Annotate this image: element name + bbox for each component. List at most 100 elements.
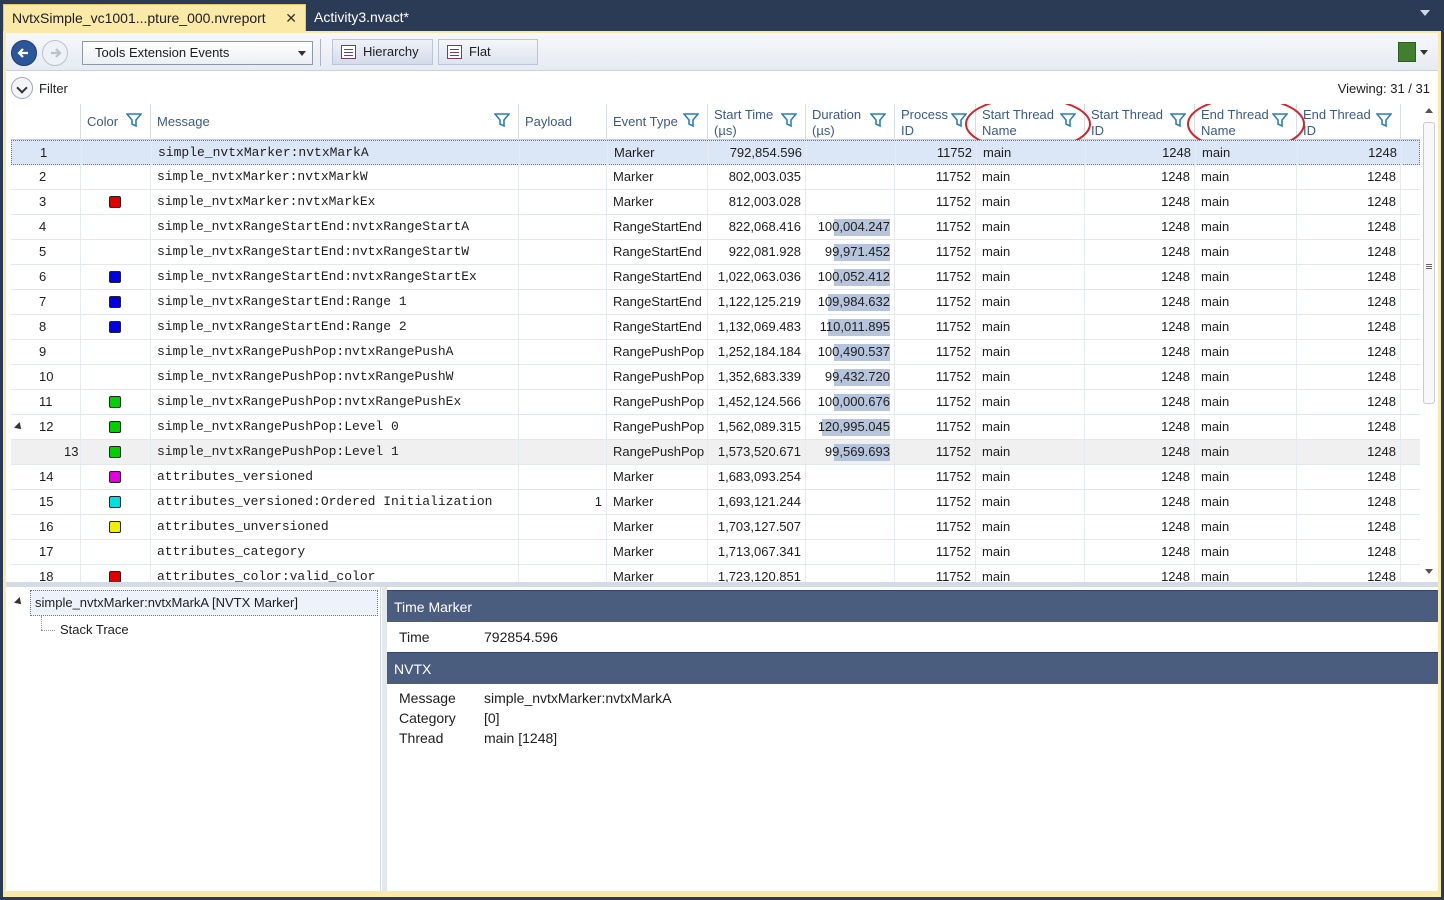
filter-funnel-icon[interactable] (1376, 112, 1392, 128)
filter-funnel-icon[interactable] (781, 112, 797, 128)
cell-payload (519, 365, 607, 389)
cell-message: simple_nvtxRangeStartEnd:nvtxRangeStartE… (151, 265, 519, 289)
column-header-event-type[interactable]: Event Type (607, 104, 708, 140)
cell-message: simple_nvtxRangeStartEnd:Range 2 (151, 315, 519, 339)
column-header-start-time[interactable]: Start Time (µs) (708, 104, 806, 140)
filter-funnel-icon[interactable] (1272, 112, 1288, 128)
table-row[interactable]: 18 attributes_color:valid_color Marker 1,72… (11, 565, 1420, 582)
back-button[interactable] (11, 40, 37, 66)
table-row[interactable]: 2 simple_nvtxMarker:nvtxMarkW Marker 802,00… (11, 165, 1420, 190)
table-row[interactable]: 5 simple_nvtxRangeStartEnd:nvtxRangeStart… (11, 240, 1420, 265)
filter-funnel-icon[interactable] (1060, 112, 1076, 128)
column-header-index[interactable] (11, 104, 81, 140)
filter-funnel-icon[interactable] (126, 112, 142, 128)
filter-funnel-icon[interactable] (683, 112, 699, 128)
scroll-up-icon[interactable] (1425, 108, 1433, 113)
table-row[interactable]: 6 simple_nvtxRangeStartEnd:nvtxRangeStart… (11, 265, 1420, 290)
cell-payload (519, 515, 607, 539)
table-row[interactable]: 10 simple_nvtxRangePushPop:nvtxRangePushW… (11, 365, 1420, 390)
detail-key: Time (399, 629, 430, 645)
cell-payload (519, 440, 607, 464)
report-content: Tools Extension Events Hierarchy Flat Fi… (6, 33, 1438, 891)
cell-num: 6 (11, 265, 81, 289)
cell-payload (519, 540, 607, 564)
cell-type: RangePushPop (607, 365, 708, 389)
tree-node-stack-trace[interactable]: Stack Trace (60, 622, 129, 637)
table-row[interactable]: 11 simple_nvtxRangePushPop:nvtxRangePushE… (11, 390, 1420, 415)
tab-activity[interactable]: Activity3.nvact* (306, 4, 417, 31)
tree-expander-icon[interactable] (14, 597, 24, 607)
column-header-message[interactable]: Message (151, 104, 519, 140)
hierarchy-view-button[interactable]: Hierarchy (332, 39, 433, 65)
table-row[interactable]: 3 simple_nvtxMarker:nvtxMarkEx Marker 812,0… (11, 190, 1420, 215)
column-header-color[interactable]: Color (81, 104, 151, 140)
expander-icon[interactable] (14, 422, 24, 432)
table-row[interactable]: 7 simple_nvtxRangeStartEnd:Range 1 RangeSt… (11, 290, 1420, 315)
cell-et-name: main (1195, 440, 1297, 464)
cell-message: attributes_category (151, 540, 519, 564)
column-header-start-thread-name[interactable]: Start Thread Name (976, 104, 1085, 140)
cell-num: 10 (11, 365, 81, 389)
filter-funnel-icon[interactable] (1170, 112, 1186, 128)
event-type-combo[interactable]: Tools Extension Events (82, 41, 313, 65)
table-scrollbar[interactable] (1421, 104, 1438, 582)
close-icon[interactable]: ✕ (285, 5, 297, 31)
export-icon[interactable] (1398, 42, 1416, 62)
cell-start: 1,352,683.339 (708, 365, 806, 389)
table-row[interactable]: 12 simple_nvtxRangePushPop:Level 0 RangePu… (11, 415, 1420, 440)
filter-funnel-icon[interactable] (494, 112, 510, 128)
scroll-down-icon[interactable] (1425, 569, 1433, 574)
column-header-end-thread-id[interactable]: End Thread ID (1297, 104, 1401, 140)
cell-payload (519, 190, 607, 214)
table-row[interactable]: 15 attributes_versioned:Ordered Initializ… (11, 490, 1420, 515)
cell-et-name: main (1195, 190, 1297, 214)
table-row[interactable]: 13 simple_nvtxRangePushPop:Level 1 RangePu… (11, 440, 1420, 465)
column-header-process-id[interactable]: Process ID (895, 104, 976, 140)
cell-start: 1,562,089.315 (708, 415, 806, 439)
table-row[interactable]: 9 simple_nvtxRangePushPop:nvtxRangePushA R… (11, 340, 1420, 365)
table-row[interactable]: 8 simple_nvtxRangeStartEnd:Range 2 RangeSt… (11, 315, 1420, 340)
cell-pid: 11752 (895, 240, 976, 264)
cell-payload (519, 240, 607, 264)
cell-color (81, 465, 151, 489)
cell-et-name: main (1195, 240, 1297, 264)
column-header-end-thread-name[interactable]: End Thread Name (1195, 104, 1297, 140)
cell-num: 11 (11, 390, 81, 414)
flat-view-button[interactable]: Flat (438, 39, 538, 65)
filter-funnel-icon[interactable] (951, 112, 967, 128)
cell-pid: 11752 (896, 141, 977, 165)
filter-funnel-icon[interactable] (870, 112, 886, 128)
cell-duration: 99,971.452 (806, 240, 895, 264)
cell-et-id: 1248 (1297, 315, 1401, 339)
tab-nvreport[interactable]: NvtxSimple_vc1001...pture_000.nvreport ✕ (3, 4, 306, 31)
table-row[interactable]: 16 attributes_unversioned Marker 1,703,127.… (11, 515, 1420, 540)
tree-node-root[interactable]: simple_nvtxMarker:nvtxMarkA [NVTX Marker… (30, 590, 378, 616)
table-row[interactable]: 14 attributes_versioned Marker 1,683,093.25… (11, 465, 1420, 490)
column-header-payload[interactable]: Payload (519, 104, 607, 140)
duration-value: 99,569.693 (824, 444, 890, 459)
column-header-start-thread-id[interactable]: Start Thread ID (1085, 104, 1195, 140)
cell-start: 1,452,124.566 (708, 390, 806, 414)
table-row[interactable]: 17 attributes_category Marker 1,713,067.341… (11, 540, 1420, 565)
filter-expand-button[interactable] (11, 77, 33, 99)
column-header-color-label: Color (87, 114, 119, 129)
cell-num: 8 (11, 315, 81, 339)
cell-start: 922,081.928 (708, 240, 806, 264)
cell-color (81, 365, 151, 389)
duration-value: 100,052.412 (817, 269, 890, 284)
forward-button[interactable] (42, 40, 68, 66)
detail-value: simple_nvtxMarker:nvtxMarkA (484, 690, 672, 706)
column-header-duration[interactable]: Duration (µs) (806, 104, 895, 140)
cell-payload (519, 465, 607, 489)
color-swatch (109, 271, 121, 283)
duration-value: 100,000.676 (817, 394, 890, 409)
chevron-down-icon[interactable] (1420, 10, 1430, 16)
table-row[interactable]: 1 simple_nvtxMarker:nvtxMarkA Marker 792,85… (11, 140, 1420, 165)
cell-et-name: main (1195, 390, 1297, 414)
color-swatch (109, 196, 121, 208)
cell-et-id: 1248 (1298, 141, 1402, 165)
scrollbar-thumb[interactable] (1423, 122, 1435, 404)
chevron-down-icon[interactable] (1420, 50, 1428, 55)
details-pane: Time Marker Time 792854.596 NVTX Message s… (387, 587, 1438, 891)
table-row[interactable]: 4 simple_nvtxRangeStartEnd:nvtxRangeStart… (11, 215, 1420, 240)
